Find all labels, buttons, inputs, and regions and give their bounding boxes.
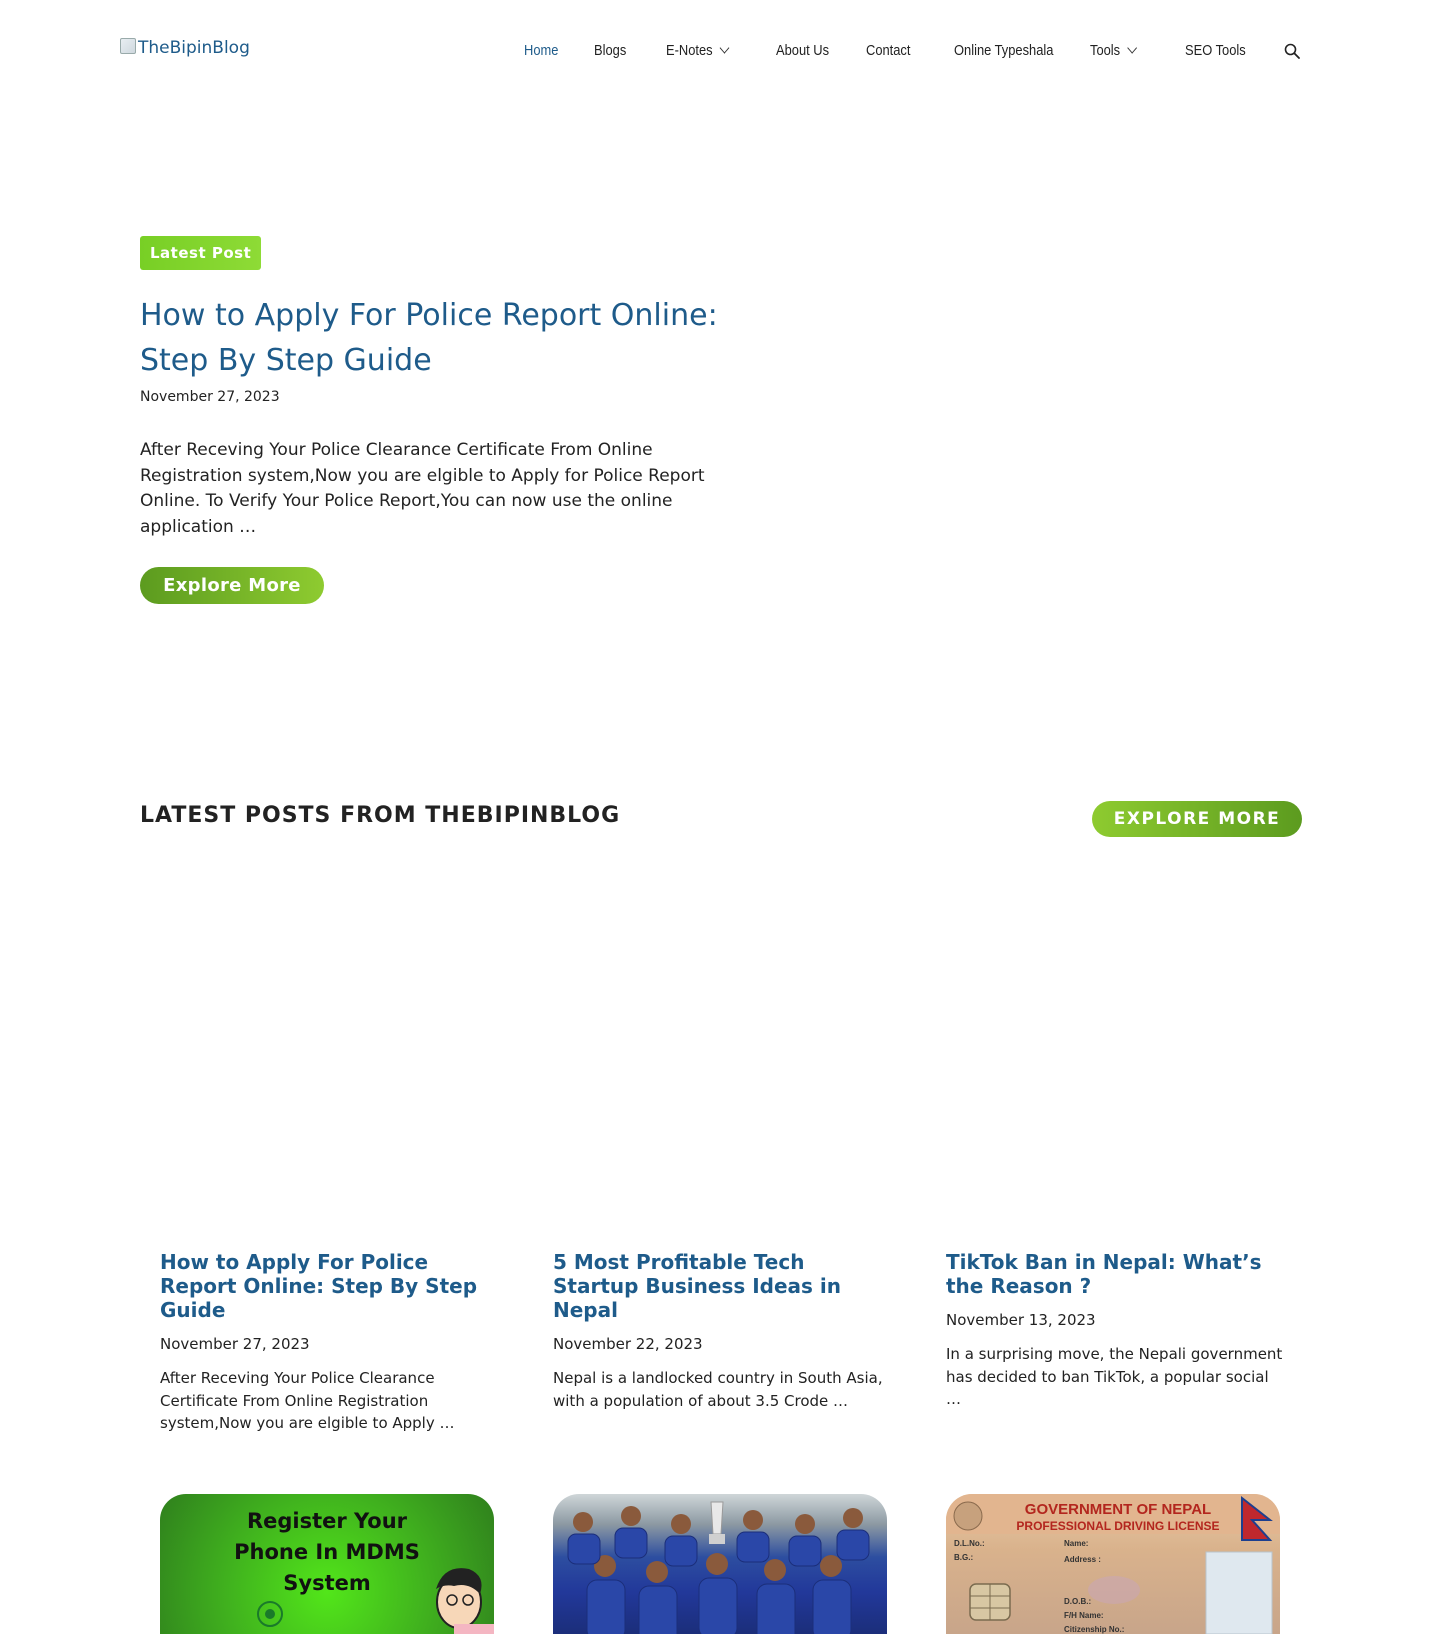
nav-contact[interactable]: Contact [866,42,942,59]
nav-about-us[interactable]: About Us [776,42,853,59]
post-card-date: November 13, 2023 [946,1311,1096,1329]
svg-text:Name:: Name: [1064,1539,1088,1548]
post-card-title[interactable]: 5 Most Profitable Tech Startup Business … [553,1250,893,1322]
post-card-date: November 22, 2023 [553,1335,703,1353]
svg-text:Address :: Address : [1064,1555,1101,1564]
svg-text:GOVERNMENT OF NEPAL: GOVERNMENT OF NEPAL [1025,1501,1211,1518]
hero-explore-more-button[interactable]: Explore More [140,567,324,604]
post-card: TikTok Ban in Nepal: What’s the Reason ?… [946,1250,1286,1411]
chevron-down-icon [1127,41,1138,54]
main-nav: Home Blogs E-Notes About Us Contact Onli… [524,38,1265,62]
site-logo[interactable]: TheBipinBlog [120,38,250,58]
hero-post-excerpt: After Receving Your Police Clearance Cer… [140,440,705,537]
svg-text:B.G.:: B.G.: [954,1553,973,1562]
nav-online-typeshala[interactable]: Online Typeshala [954,42,1071,59]
svg-text:D.O.B.:: D.O.B.: [1064,1597,1091,1606]
logo-alt-text: TheBipinBlog [138,38,250,58]
latest-explore-more-button[interactable]: EXPLORE MORE [1092,801,1302,837]
nav-home[interactable]: Home [524,42,584,59]
post-card-excerpt: Nepal is a landlocked country in South A… [553,1369,883,1410]
post-card: 5 Most Profitable Tech Startup Business … [553,1250,893,1412]
chevron-down-icon [719,41,730,54]
cartoon-person-icon [436,1568,494,1634]
nav-tools[interactable]: Tools [1090,42,1172,59]
latest-posts-heading: LATEST POSTS FROM THEBIPINBLOG [140,803,621,828]
driving-license-illustration: GOVERNMENT OF NEPAL PROFESSIONAL DRIVING… [946,1494,1280,1634]
hero-post-date: November 27, 2023 [140,389,280,405]
emblem-icon [257,1601,283,1627]
svg-text:D.L.No.:: D.L.No.: [954,1539,985,1548]
nav-e-notes[interactable]: E-Notes [666,42,761,59]
search-icon[interactable] [1284,43,1300,59]
svg-text:Citizenship No.:: Citizenship No.: [1064,1625,1124,1634]
broken-image-icon [120,38,136,54]
nav-blogs[interactable]: Blogs [594,42,656,59]
post-card-title[interactable]: TikTok Ban in Nepal: What’s the Reason ? [946,1250,1286,1298]
site-header: TheBipinBlog Home Blogs E-Notes About Us… [0,0,1440,100]
post-card-excerpt: After Receving Your Police Clearance Cer… [160,1369,455,1432]
post-thumbnail-cricket-team[interactable] [553,1494,887,1634]
post-card-excerpt: In a surprising move, the Nepali governm… [946,1345,1283,1408]
nav-seo-tools[interactable]: SEO Tools [1185,42,1254,59]
team-photo-illustration [567,1501,870,1634]
post-card-title[interactable]: How to Apply For Police Report Online: S… [160,1250,500,1322]
hero-post-title[interactable]: How to Apply For Police Report Online: S… [140,293,740,383]
post-card-date: November 27, 2023 [160,1335,310,1353]
post-card: How to Apply For Police Report Online: S… [160,1250,500,1435]
post-thumbnail-driving-license[interactable]: GOVERNMENT OF NEPAL PROFESSIONAL DRIVING… [946,1494,1280,1634]
post-thumbnail-mdms[interactable]: Register Your Phone In MDMS System [160,1494,494,1634]
latest-post-badge: Latest Post [140,236,262,270]
svg-text:F/H Name:: F/H Name: [1064,1611,1104,1620]
svg-text:PROFESSIONAL DRIVING LICENSE: PROFESSIONAL DRIVING LICENSE [1016,1519,1219,1533]
